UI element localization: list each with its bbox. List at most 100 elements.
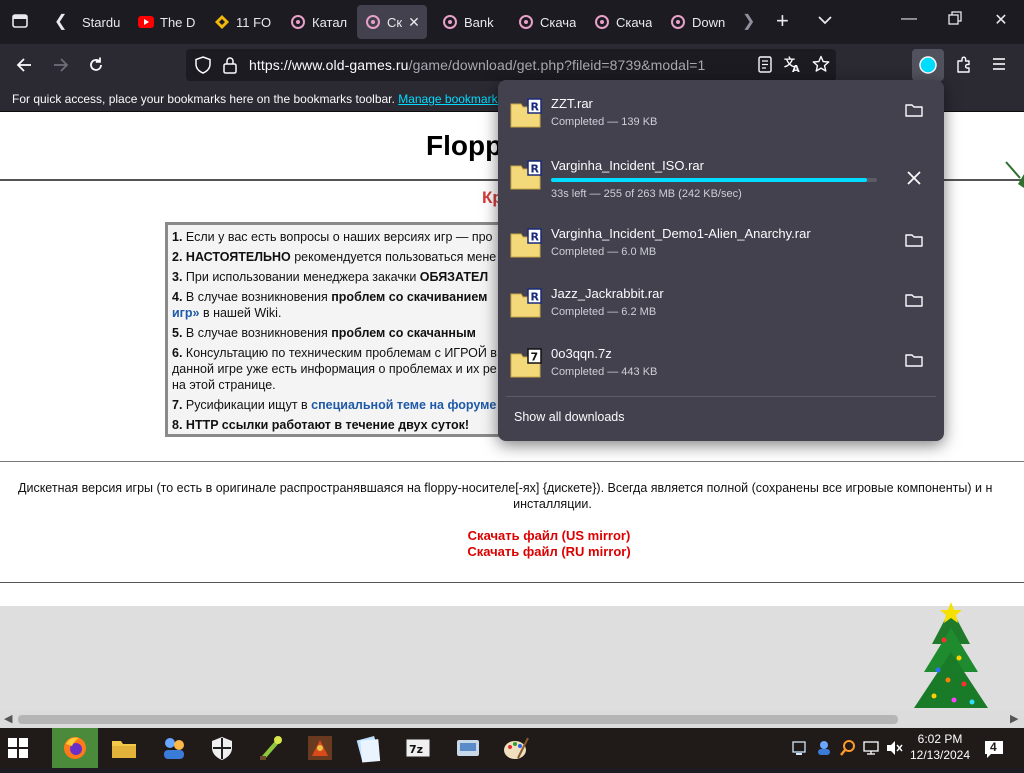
game-app-icon[interactable] [304,732,336,764]
game-launcher-icon[interactable] [254,732,286,764]
download-link-us[interactable]: Скачать файл (US mirror) [0,528,1024,543]
paint-app-icon[interactable] [500,732,532,764]
new-tab-icon[interactable]: + [776,8,789,34]
forward-button[interactable] [49,53,73,77]
scroll-left-arrow-icon[interactable]: ◀ [4,712,12,725]
extensions-puzzle-icon[interactable] [955,56,973,79]
download-status: Completed — 6.2 MB [551,306,657,318]
bookmark-star-icon[interactable] [812,55,830,78]
tab-active-download[interactable]: Ск ✕ [357,5,427,39]
cancel-download-icon[interactable] [904,170,924,190]
clock-time: 6:02 PM [917,732,963,746]
show-in-folder-icon[interactable] [904,292,924,312]
tab-download-4[interactable]: Down [662,5,728,39]
download-item-varginha-iso[interactable]: R Varginha_Incident_ISO.rar 33s left — 2… [506,146,936,206]
tab-youtube[interactable]: The D [130,5,198,39]
page-footer-area [0,606,1024,712]
wiki-link[interactable]: игр» [172,306,199,320]
page-title: Flopp [426,130,503,161]
tracking-protection-shield-icon[interactable] [195,56,211,79]
download-item-jazz[interactable]: R Jazz_Jackrabbit.rar Completed — 6.2 MB [506,274,936,334]
tray-volume-muted-icon[interactable] [886,740,904,761]
note-text: на этой странице. [172,378,276,392]
note-bold: HTTP ссылки работают в течение двух суто… [185,418,470,432]
download-item-7z[interactable]: 7 0o3qqn.7z Completed — 443 KB [506,334,936,394]
notes-app-icon[interactable] [352,732,384,764]
tab-download-3[interactable]: Скача [586,5,658,39]
tab-list-menu-icon[interactable] [10,11,30,31]
show-in-folder-icon[interactable] [904,102,924,122]
tab-list-dropdown-icon[interactable] [817,13,833,31]
scroll-tabs-left-icon[interactable]: ❮ [54,11,67,31]
url-bar[interactable]: https://www.old-games.ru/game/download/g… [186,49,836,81]
minimize-window-icon[interactable]: — [897,10,921,28]
note-num: 5. [172,326,183,340]
lock-icon[interactable] [223,56,237,79]
download-item-varginha-demo[interactable]: R Varginha_Incident_Demo1-Alien_Anarchy.… [506,214,936,274]
note-num: 6. [172,346,183,360]
show-all-downloads-button[interactable]: Show all downloads [514,410,625,424]
reload-button[interactable] [84,53,108,77]
7zip-app-icon[interactable]: 7z [402,732,434,764]
note-num: 7. [172,398,183,412]
tab-strip: ❮ Stardu The D 11 FO Катал Ск ✕ Bank Ска… [0,0,1024,44]
notification-count-badge: 4 [990,740,997,754]
firefox-taskbar-item[interactable] [52,728,98,768]
control-panel-icon[interactable] [452,732,484,764]
download-link-ru[interactable]: Скачать файл (RU mirror) [0,544,1024,559]
translate-icon[interactable]: 文A [784,55,802,76]
download-filename: 0o3qqn.7z [551,346,612,361]
old-games-favicon-icon [290,14,306,30]
old-games-favicon-icon [518,14,534,30]
note-num: 3. [172,270,183,284]
tray-clock[interactable]: 6:02 PM 12/13/2024 [908,731,972,763]
back-button[interactable] [12,53,36,77]
download-status: Completed — 443 KB [551,366,658,378]
tray-app-icon[interactable] [815,739,833,762]
download-item-zzt[interactable]: R ZZT.rar Completed — 139 KB [506,84,936,144]
url-path: /game/download/get.php?fileid=8739&modal… [408,57,706,73]
note-4-cont: игр» в нашей Wiki. [172,305,508,321]
people-app-icon[interactable] [158,732,190,764]
restore-window-icon[interactable] [943,11,967,30]
old-games-favicon-icon [670,14,686,30]
notification-center-icon[interactable]: 4 [983,738,1005,760]
reader-view-icon[interactable] [758,56,772,78]
manage-bookmarks-link[interactable]: Manage bookmarks [398,92,503,106]
firefox-icon [64,737,86,759]
windows-security-icon[interactable] [206,732,238,764]
tab-catalog[interactable]: Катал [282,5,350,39]
tab-download-2[interactable]: Скача [510,5,582,39]
forum-link[interactable]: специальной теме на форуме [311,398,496,412]
show-in-folder-icon[interactable] [904,352,924,372]
note-text: Русификации ищут в [185,398,312,412]
old-games-favicon-icon [442,14,458,30]
app-menu-icon[interactable] [991,57,1007,76]
tab-bank[interactable]: Bank [434,5,504,39]
horizontal-scrollbar[interactable]: ◀ ▶ [0,711,1024,728]
note-bold: НАСТОЯТЕЛЬНО [185,250,291,264]
close-window-icon[interactable]: ✕ [989,10,1013,30]
note-6-cont2: на этой странице. [172,377,508,393]
tray-search-icon[interactable] [840,739,856,762]
url-text[interactable]: https://www.old-games.ru/game/download/g… [249,57,705,73]
scroll-thumb[interactable] [18,715,898,724]
file-explorer-icon[interactable] [108,732,140,764]
show-in-folder-icon[interactable] [904,232,924,252]
tray-network-icon[interactable] [792,740,806,761]
windows-start-icon[interactable] [8,738,28,758]
scroll-tabs-right-icon[interactable]: ❯ [742,11,755,31]
notes-box: 1. Если у вас есть вопросы о наших верси… [165,222,515,437]
binance-favicon-icon [214,14,230,30]
old-games-favicon-icon [594,14,610,30]
note-text: В случае возникновения [185,290,332,304]
scroll-right-arrow-icon[interactable]: ▶ [1010,712,1018,725]
tab-stardust[interactable]: Stardu [74,5,128,39]
note-text: В случае возникновения [185,326,332,340]
tab-binance[interactable]: 11 FO [206,5,276,39]
tab-label: Скача [616,14,653,30]
tab-close-icon[interactable]: ✕ [408,14,420,31]
tab-label: Скача [540,14,577,30]
downloads-button[interactable] [912,49,944,81]
tray-display-icon[interactable] [863,740,879,761]
